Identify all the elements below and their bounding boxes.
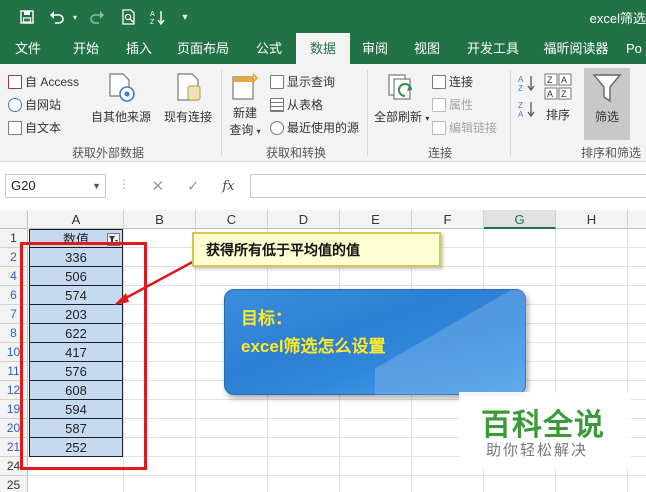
watermark: 百科全说 助你轻松解决 — [459, 392, 631, 468]
goal-text: excel筛选怎么设置 — [241, 337, 386, 356]
watermark-title: 百科全说 — [481, 409, 605, 442]
banner-shine — [375, 290, 527, 396]
watermark-subtitle: 助你轻松解决 — [486, 442, 589, 459]
annotation-callout: 获得所有低于平均值的值 — [192, 232, 441, 267]
goal-label: 目标： — [241, 309, 292, 328]
goal-banner: 目标： excel筛选怎么设置 — [224, 289, 527, 396]
